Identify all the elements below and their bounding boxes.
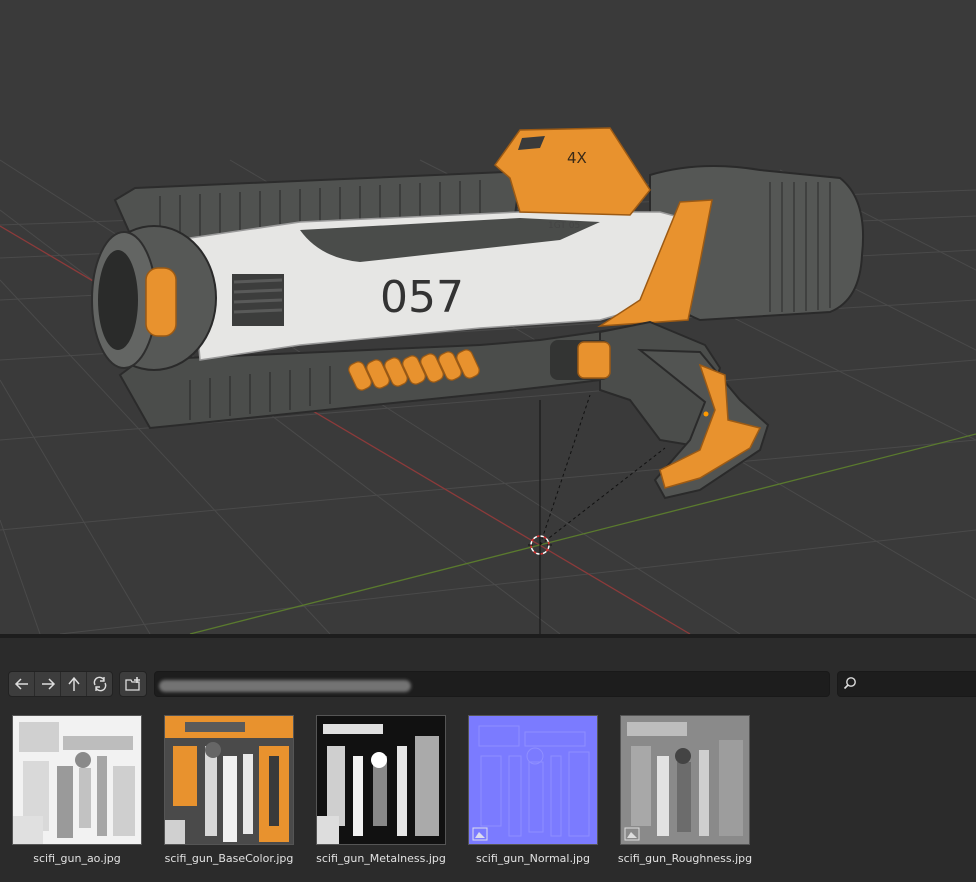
file-item-normal[interactable]: scifi_gun_Normal.jpg <box>468 715 598 875</box>
forward-arrow-icon <box>41 678 55 690</box>
forward-button[interactable] <box>35 672 61 696</box>
roughness-texture-thumbnail <box>620 715 750 845</box>
file-browser-toolbar <box>0 668 976 698</box>
file-name: scifi_gun_BaseColor.jpg <box>164 852 294 865</box>
gun-number: 057 <box>380 272 464 323</box>
file-name: scifi_gun_Normal.jpg <box>475 852 590 865</box>
3d-viewport[interactable]: 4X 057 1GT 05 <box>0 0 976 634</box>
file-name: scifi_gun_Metalness.jpg <box>316 852 446 865</box>
parent-directory-icon <box>67 676 80 691</box>
refresh-button[interactable] <box>87 672 112 696</box>
create-directory-button[interactable] <box>119 671 147 697</box>
file-item-ao[interactable]: scifi_gun_ao.jpg <box>12 715 142 875</box>
navigation-button-group <box>8 671 113 697</box>
refresh-icon <box>93 676 106 692</box>
file-item-roughness[interactable]: scifi_gun_Roughness.jpg <box>618 715 752 875</box>
parent-directory-button[interactable] <box>61 672 87 696</box>
back-button[interactable] <box>9 672 35 696</box>
y-axis-line <box>189 433 976 634</box>
directory-path-field[interactable] <box>154 671 830 697</box>
normal-texture-thumbnail <box>468 715 598 845</box>
viewport-scene: 4X 057 1GT 05 <box>0 127 976 634</box>
back-arrow-icon <box>14 678 28 690</box>
file-item-metalness[interactable]: scifi_gun_Metalness.jpg <box>316 715 446 875</box>
search-icon <box>843 677 856 690</box>
new-directory-icon <box>125 677 140 691</box>
metalness-texture-thumbnail <box>316 715 446 845</box>
scifi-gun-model[interactable]: 4X 057 1GT 05 <box>91 127 865 500</box>
file-browser-panel: scifi_gun_ao.jpg scifi_gun_BaseColor.jpg <box>0 638 976 882</box>
file-name: scifi_gun_Roughness.jpg <box>617 852 753 865</box>
scope-label: 4X <box>567 149 587 167</box>
file-name: scifi_gun_ao.jpg <box>33 852 121 865</box>
ao-texture-thumbnail <box>12 715 142 845</box>
basecolor-texture-thumbnail <box>164 715 294 845</box>
filter-search-field[interactable] <box>837 671 976 697</box>
side-marking: 1GT 05 <box>548 221 580 231</box>
search-input[interactable] <box>862 675 976 693</box>
file-item-basecolor[interactable]: scifi_gun_BaseColor.jpg <box>164 715 294 875</box>
path-redaction <box>159 680 411 692</box>
